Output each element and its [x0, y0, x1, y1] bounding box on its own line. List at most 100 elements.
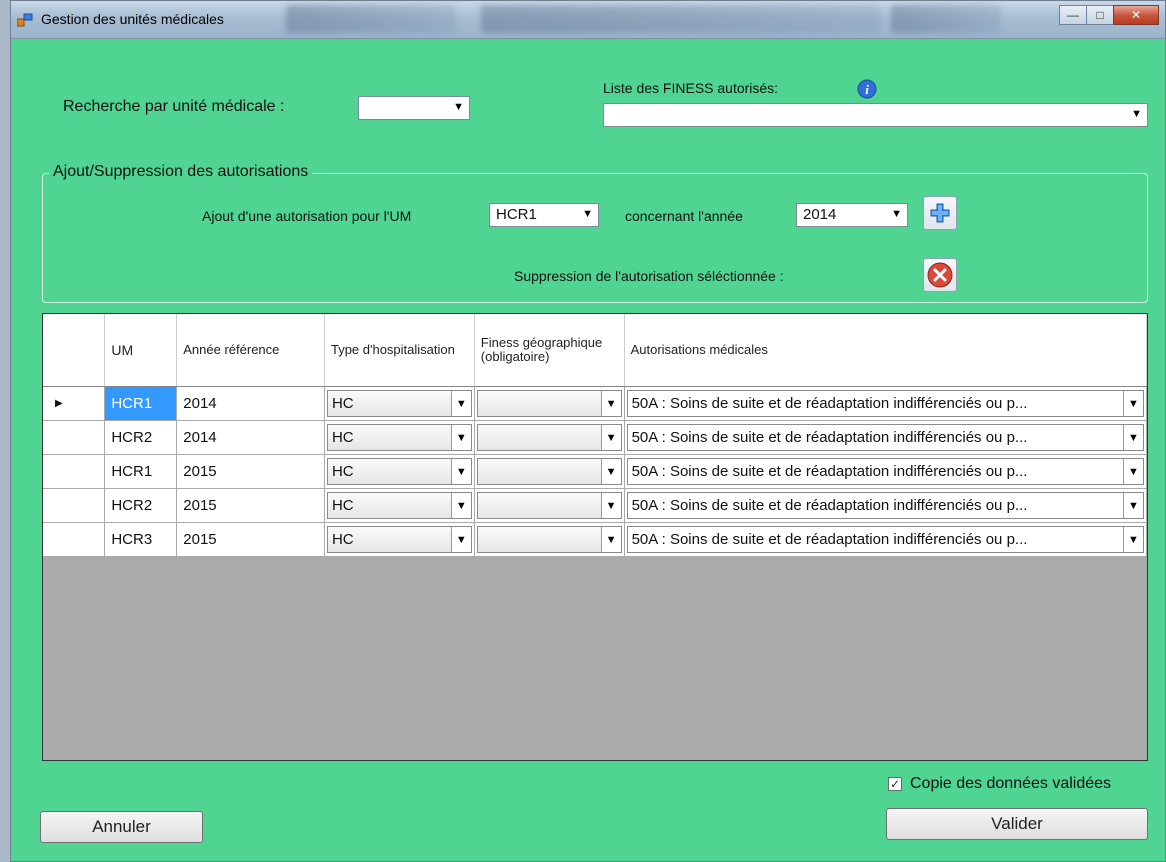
delete-authorization-button[interactable]: [923, 258, 957, 292]
plus-icon: [930, 203, 950, 223]
info-icon[interactable]: i: [857, 79, 877, 99]
row-header[interactable]: [43, 454, 106, 489]
window-controls: — □ ✕: [1059, 5, 1159, 25]
finess-cell-combo[interactable]: ▼: [476, 389, 622, 417]
chevron-down-icon: ▼: [1123, 492, 1143, 518]
cell-annee[interactable]: 2014: [176, 386, 325, 421]
autorisation-combo[interactable]: 50A : Soins de suite et de réadaptation …: [626, 423, 1144, 451]
cell-um[interactable]: HCR1: [104, 386, 178, 421]
autorisation-combo[interactable]: 50A : Soins de suite et de réadaptation …: [626, 457, 1144, 485]
finess-cell-combo[interactable]: ▼: [476, 491, 622, 519]
chevron-down-icon: ▼: [1123, 390, 1143, 416]
type-combo[interactable]: HC ▼: [326, 457, 472, 485]
search-unit-combo[interactable]: ▼: [358, 96, 470, 120]
year-combo[interactable]: 2014 ▼: [796, 203, 908, 227]
groupbox-title: Ajout/Suppression des autorisations: [49, 163, 313, 181]
chevron-down-icon: ▼: [453, 101, 464, 113]
finess-cell-combo[interactable]: ▼: [476, 423, 622, 451]
svg-text:i: i: [865, 82, 869, 97]
cell-um[interactable]: HCR2: [104, 420, 178, 455]
cell-finess[interactable]: ▼: [474, 386, 625, 421]
cell-finess[interactable]: ▼: [474, 420, 625, 455]
cell-finess[interactable]: ▼: [474, 454, 625, 489]
cell-type[interactable]: HC ▼: [324, 522, 475, 557]
delete-icon: [927, 262, 953, 288]
chevron-down-icon: ▼: [600, 492, 621, 518]
chevron-down-icon: ▼: [450, 390, 471, 416]
chevron-down-icon: ▼: [600, 458, 621, 484]
type-combo[interactable]: HC ▼: [326, 491, 472, 519]
copy-validated-checkbox[interactable]: ✓ Copie des données validées: [888, 775, 1111, 793]
autorisation-value: 50A : Soins de suite et de réadaptation …: [631, 496, 1028, 514]
table-row[interactable]: HCR2 2015 HC ▼ ▼ 50A : Soins de suite et …: [43, 488, 1148, 523]
type-value: HC: [331, 428, 354, 446]
autorisation-combo[interactable]: 50A : Soins de suite et de réadaptation …: [626, 491, 1144, 519]
chevron-down-icon: ▼: [450, 458, 471, 484]
finess-cell-combo[interactable]: ▼: [476, 525, 622, 553]
add-authorization-label: Ajout d'une autorisation pour l'UM: [202, 208, 412, 224]
cell-autorisation[interactable]: 50A : Soins de suite et de réadaptation …: [624, 522, 1148, 557]
autorisation-value: 50A : Soins de suite et de réadaptation …: [631, 530, 1028, 548]
cell-type[interactable]: HC ▼: [324, 420, 475, 455]
cell-autorisation[interactable]: 50A : Soins de suite et de réadaptation …: [624, 488, 1148, 523]
row-header-current[interactable]: ▶: [43, 386, 106, 421]
finess-combo[interactable]: ▼: [603, 103, 1148, 127]
chevron-down-icon: ▼: [450, 492, 471, 518]
row-header[interactable]: [43, 420, 106, 455]
cell-um[interactable]: HCR3: [104, 522, 178, 557]
row-header[interactable]: [43, 522, 106, 557]
cell-type[interactable]: HC ▼: [324, 454, 475, 489]
type-value: HC: [331, 496, 354, 514]
column-header-finess[interactable]: Finess géographique (obligatoire): [474, 314, 625, 387]
type-combo[interactable]: HC ▼: [326, 423, 472, 451]
cell-um[interactable]: HCR1: [104, 454, 178, 489]
cell-finess[interactable]: ▼: [474, 522, 625, 557]
column-header-type[interactable]: Type d'hospitalisation: [324, 314, 475, 387]
validate-button[interactable]: Valider: [886, 808, 1148, 840]
type-combo[interactable]: HC ▼: [326, 525, 472, 553]
title-blur-region-3: [891, 5, 1001, 33]
row-header-corner: [43, 314, 106, 387]
minimize-icon[interactable]: —: [1059, 5, 1087, 25]
cell-type[interactable]: HC ▼: [324, 386, 475, 421]
finess-cell-combo[interactable]: ▼: [476, 457, 622, 485]
cell-autorisation[interactable]: 50A : Soins de suite et de réadaptation …: [624, 420, 1148, 455]
checkmark-icon[interactable]: ✓: [888, 777, 902, 791]
autorisation-value: 50A : Soins de suite et de réadaptation …: [631, 394, 1028, 412]
add-authorization-button[interactable]: [923, 196, 957, 230]
cancel-button[interactable]: Annuler: [40, 811, 203, 843]
cell-um[interactable]: HCR2: [104, 488, 178, 523]
year-value: 2014: [803, 206, 837, 223]
chevron-down-icon: ▼: [1123, 526, 1143, 552]
um-combo[interactable]: HCR1 ▼: [489, 203, 599, 227]
delete-authorization-label: Suppression de l'autorisation séléctionn…: [514, 268, 784, 284]
title-bar[interactable]: Gestion des unités médicales — □ ✕: [11, 1, 1165, 39]
close-icon[interactable]: ✕: [1113, 5, 1159, 25]
cell-autorisation[interactable]: 50A : Soins de suite et de réadaptation …: [624, 454, 1148, 489]
chevron-down-icon: ▼: [450, 526, 471, 552]
table-row[interactable]: HCR2 2014 HC ▼ ▼ 50A : Soins de suite et …: [43, 420, 1148, 455]
column-header-annee[interactable]: Année référence: [176, 314, 325, 387]
column-header-autorisations[interactable]: Autorisations médicales: [624, 314, 1148, 387]
cell-type[interactable]: HC ▼: [324, 488, 475, 523]
chevron-down-icon: ▼: [450, 424, 471, 450]
cell-annee[interactable]: 2014: [176, 420, 325, 455]
main-window: Gestion des unités médicales — □ ✕ Reche…: [10, 0, 1166, 862]
cell-autorisation[interactable]: 50A : Soins de suite et de réadaptation …: [624, 386, 1148, 421]
cell-annee[interactable]: 2015: [176, 454, 325, 489]
autorisation-combo[interactable]: 50A : Soins de suite et de réadaptation …: [626, 525, 1144, 553]
table-row[interactable]: HCR3 2015 HC ▼ ▼ 50A : Soins de suite et …: [43, 522, 1148, 557]
cell-annee[interactable]: 2015: [176, 488, 325, 523]
header-row: UM Année référence Type d'hospitalisatio…: [43, 314, 1148, 387]
maximize-icon[interactable]: □: [1086, 5, 1114, 25]
cell-finess[interactable]: ▼: [474, 488, 625, 523]
column-header-um[interactable]: UM: [104, 314, 178, 387]
table-row[interactable]: ▶ HCR1 2014 HC ▼ ▼ 50A : Soins de suite e…: [43, 386, 1148, 421]
row-header[interactable]: [43, 488, 106, 523]
table-row[interactable]: HCR1 2015 HC ▼ ▼ 50A : Soins de suite et …: [43, 454, 1148, 489]
cell-annee[interactable]: 2015: [176, 522, 325, 557]
autorisation-combo[interactable]: 50A : Soins de suite et de réadaptation …: [626, 389, 1144, 417]
authorizations-grid[interactable]: UM Année référence Type d'hospitalisatio…: [42, 313, 1148, 761]
chevron-down-icon: ▼: [891, 208, 902, 220]
type-combo[interactable]: HC ▼: [326, 389, 472, 417]
